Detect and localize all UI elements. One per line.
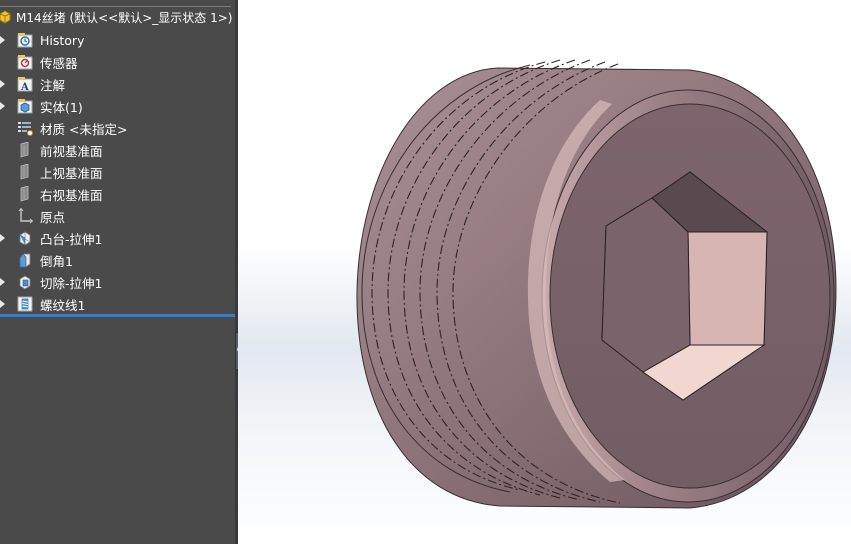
m14-plug-model[interactable] <box>238 0 851 544</box>
tree-item-top-plane[interactable]: 上视基准面 <box>0 161 235 183</box>
tree-item-label: 原点 <box>40 209 66 225</box>
tree-item-sensors[interactable]: 传感器 <box>0 51 235 73</box>
graphics-viewport[interactable] <box>238 0 851 544</box>
tree-item-label: History <box>40 32 85 48</box>
tree-item-label: 凸台-拉伸1 <box>40 231 103 247</box>
boss-extrude-icon <box>17 230 33 246</box>
tree-item-label: 倒角1 <box>40 253 73 269</box>
origin-icon <box>17 208 33 224</box>
tree-item-label: 实体(1) <box>40 99 83 115</box>
tree-item-history[interactable]: History <box>0 29 235 51</box>
cut-extrude-icon <box>17 274 33 290</box>
plane-icon <box>17 164 33 180</box>
plane-icon <box>17 186 33 202</box>
sensor-icon <box>17 54 33 70</box>
tree-item-label: 右视基准面 <box>40 187 103 203</box>
tree-item-thread1[interactable]: 螺纹线1 <box>0 293 235 315</box>
tree-item-label: 前视基准面 <box>40 143 103 159</box>
tree-root-label: M14丝堵 (默认<<默认>_显示状态 1>) <box>16 11 233 25</box>
tree-item-annotations[interactable]: A 注解 <box>0 73 235 95</box>
expand-arrow-icon[interactable] <box>0 300 5 308</box>
socket-wall-right <box>687 231 768 346</box>
expand-arrow-icon[interactable] <box>0 36 5 44</box>
socket-wall-left <box>601 197 691 373</box>
tree-item-origin[interactable]: 原点 <box>0 205 235 227</box>
tree-item-label: 材质 <未指定> <box>40 121 128 137</box>
rollback-bar[interactable] <box>0 314 235 317</box>
tree-item-label: 上视基准面 <box>40 165 103 181</box>
thread-icon <box>17 296 33 312</box>
annotation-icon: A <box>17 76 33 92</box>
expand-arrow-icon[interactable] <box>0 102 5 110</box>
expand-arrow-icon[interactable] <box>0 80 5 88</box>
tree-top-divider <box>0 0 231 7</box>
tree-item-chamfer1[interactable]: 倒角1 <box>0 249 235 271</box>
tree-item-solid-bodies[interactable]: 实体(1) <box>0 95 235 117</box>
svg-text:A: A <box>20 82 29 92</box>
chamfer-icon <box>17 252 33 268</box>
tree-item-label: 切除-拉伸1 <box>40 275 103 291</box>
tree-item-boss-extrude1[interactable]: 凸台-拉伸1 <box>0 227 235 249</box>
material-icon <box>17 120 33 136</box>
tree-item-right-plane[interactable]: 右视基准面 <box>0 183 235 205</box>
plane-icon <box>17 142 33 158</box>
tree-item-label: 注解 <box>40 77 66 93</box>
part-icon <box>0 10 12 24</box>
solid-body-icon <box>17 98 33 114</box>
tree-item-label: 传感器 <box>40 55 78 71</box>
feature-manager-tree: M14丝堵 (默认<<默认>_显示状态 1>) History 传感器 A 注解… <box>0 0 235 544</box>
history-icon <box>17 32 33 48</box>
expand-arrow-icon[interactable] <box>0 278 5 286</box>
tree-item-cut-extrude1[interactable]: 切除-拉伸1 <box>0 271 235 293</box>
tree-item-material[interactable]: 材质 <未指定> <box>0 117 235 139</box>
tree-item-label: 螺纹线1 <box>40 297 86 313</box>
expand-arrow-icon[interactable] <box>0 234 5 242</box>
tree-item-front-plane[interactable]: 前视基准面 <box>0 139 235 161</box>
